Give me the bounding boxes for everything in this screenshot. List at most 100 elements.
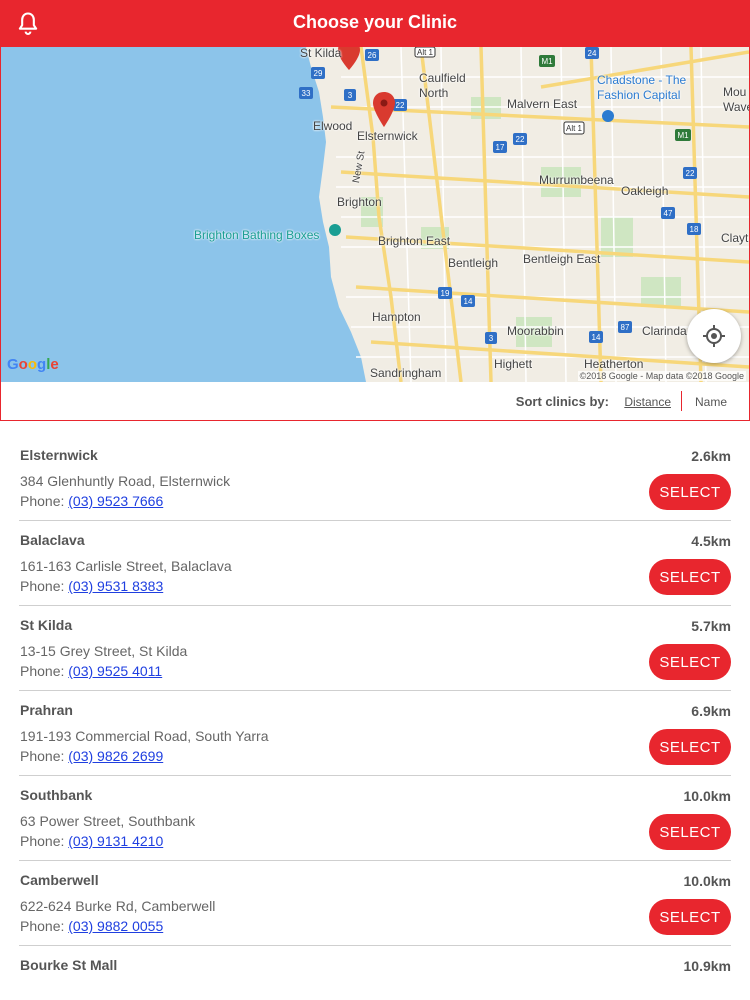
sort-by-name[interactable]: Name [695, 395, 727, 409]
clinic-list: Elsternwick 2.6km 384 Glenhuntly Road, E… [0, 436, 750, 1000]
map-label-caulfield-north: Caulfield North [419, 71, 466, 100]
map-panel: 26 29 33 3 22 24 M1 Alt 1 Alt 1 22 17 M1… [0, 47, 750, 421]
phone-link[interactable]: (03) 9826 2699 [68, 748, 163, 764]
list-item: Prahran 6.9km 191-193 Commercial Road, S… [19, 691, 731, 776]
phone-label: Phone: [20, 663, 69, 679]
map-label-st-kilda: St Kilda [300, 47, 342, 60]
clinic-phone-row: Phone: (03) 9131 4210 [20, 833, 163, 849]
page-title: Choose your Clinic [292, 12, 458, 32]
map-attribution: ©2018 Google - Map data ©2018 Google [577, 371, 746, 381]
svg-text:22: 22 [516, 135, 525, 144]
svg-text:Alt 1: Alt 1 [566, 124, 583, 133]
phone-link[interactable]: (03) 9531 8383 [68, 578, 163, 594]
svg-text:3: 3 [348, 91, 353, 100]
clinic-phone-row: Phone: (03) 9826 2699 [20, 748, 163, 764]
map-label-elsternwick: Elsternwick [357, 129, 418, 143]
map-label-bentleigh-east: Bentleigh East [523, 252, 601, 266]
phone-label: Phone: [20, 918, 69, 934]
select-button[interactable]: SELECT [649, 474, 731, 510]
map-label-murrumbeena: Murrumbeena [539, 173, 614, 187]
my-location-button[interactable] [687, 309, 741, 363]
svg-text:14: 14 [464, 297, 473, 306]
svg-text:17: 17 [496, 143, 505, 152]
svg-text:M1: M1 [677, 131, 689, 140]
clinic-phone-row: Phone: (03) 9531 8383 [20, 578, 163, 594]
crosshair-icon [703, 325, 725, 347]
map-label-brighton-east: Brighton East [378, 234, 451, 248]
clinic-distance: 5.7km [691, 618, 731, 634]
map-label-mount-waverley: Mou Wave [723, 85, 749, 114]
svg-text:22: 22 [396, 101, 405, 110]
list-item: Bourke St Mall 10.9km [19, 946, 731, 1000]
map-label-malvern-east: Malvern East [507, 97, 578, 111]
clinic-address: 622-624 Burke Rd, Camberwell [20, 898, 216, 914]
svg-text:3: 3 [489, 334, 494, 343]
clinic-address: 63 Power Street, Southbank [20, 813, 196, 829]
clinic-name: Prahran [20, 702, 73, 718]
clinic-distance: 2.6km [691, 448, 731, 464]
select-button[interactable]: SELECT [649, 644, 731, 680]
svg-text:19: 19 [441, 289, 450, 298]
map-label-sandringham: Sandringham [370, 366, 442, 380]
phone-link[interactable]: (03) 9882 0055 [68, 918, 163, 934]
phone-link[interactable]: (03) 9131 4210 [68, 833, 163, 849]
map-label-hampton: Hampton [372, 310, 421, 324]
select-button[interactable]: SELECT [649, 559, 731, 595]
sort-by-distance[interactable]: Distance [624, 395, 671, 409]
clinic-phone-row: Phone: (03) 9882 0055 [20, 918, 163, 934]
svg-text:29: 29 [314, 69, 323, 78]
phone-label: Phone: [20, 833, 69, 849]
svg-text:26: 26 [368, 51, 377, 60]
list-item: Southbank 10.0km 63 Power Street, Southb… [19, 776, 731, 861]
map-label-highett: Highett [494, 357, 533, 371]
map-label-chadstone: Chadstone - The Fashion Capital [597, 73, 687, 102]
clinic-distance: 6.9km [691, 703, 731, 719]
list-item: Elsternwick 2.6km 384 Glenhuntly Road, E… [19, 436, 731, 521]
phone-label: Phone: [20, 493, 69, 509]
clinic-name: St Kilda [20, 617, 73, 633]
select-button[interactable]: SELECT [649, 814, 731, 850]
list-item: Balaclava 4.5km 161-163 Carlisle Street,… [19, 521, 731, 606]
map-label-elwood: Elwood [313, 119, 353, 133]
svg-text:14: 14 [592, 333, 601, 342]
clinic-address: 384 Glenhuntly Road, Elsternwick [20, 473, 231, 489]
map-label-oakleigh: Oakleigh [621, 184, 669, 198]
svg-text:47: 47 [664, 209, 673, 218]
clinic-name: Bourke St Mall [20, 957, 118, 973]
clinic-map[interactable]: 26 29 33 3 22 24 M1 Alt 1 Alt 1 22 17 M1… [1, 47, 749, 382]
map-label-heatherton: Heatherton [584, 357, 644, 371]
phone-link[interactable]: (03) 9523 7666 [68, 493, 163, 509]
svg-text:22: 22 [686, 169, 695, 178]
clinic-name: Balaclava [20, 532, 85, 548]
map-label-bentleigh: Bentleigh [448, 256, 499, 270]
svg-text:M1: M1 [541, 57, 553, 66]
select-button[interactable]: SELECT [649, 899, 731, 935]
clinic-distance: 10.0km [683, 788, 731, 804]
list-item: St Kilda 5.7km 13-15 Grey Street, St Kil… [19, 606, 731, 691]
clinic-distance: 10.0km [683, 873, 731, 889]
map-label-brighton-bathing-boxes: Brighton Bathing Boxes [194, 228, 320, 242]
clinic-distance: 4.5km [691, 533, 731, 549]
select-button[interactable]: SELECT [649, 729, 731, 765]
sort-divider [681, 391, 682, 411]
header-bar: Choose your Clinic [0, 0, 750, 47]
sort-label: Sort clinics by: [515, 394, 609, 409]
map-label-moorabbin: Moorabbin [507, 324, 564, 338]
list-item: Camberwell 10.0km 622-624 Burke Rd, Camb… [19, 861, 731, 946]
phone-label: Phone: [20, 578, 69, 594]
clinic-distance: 10.9km [683, 958, 731, 974]
map-label-clarinda: Clarinda [642, 324, 687, 338]
clinic-name: Camberwell [20, 872, 99, 888]
svg-text:18: 18 [690, 225, 699, 234]
svg-text:33: 33 [302, 89, 311, 98]
sort-bar: Sort clinics by: Distance Name [1, 382, 749, 420]
map-label-brighton: Brighton [337, 195, 382, 209]
clinic-phone-row: Phone: (03) 9525 4011 [20, 663, 162, 679]
clinic-address: 13-15 Grey Street, St Kilda [20, 643, 188, 659]
phone-link[interactable]: (03) 9525 4011 [68, 663, 162, 679]
svg-text:24: 24 [588, 49, 597, 58]
phone-label: Phone: [20, 748, 69, 764]
clinic-address: 191-193 Commercial Road, South Yarra [20, 728, 269, 744]
google-logo: Google [7, 356, 59, 373]
clinic-name: Southbank [20, 787, 93, 803]
